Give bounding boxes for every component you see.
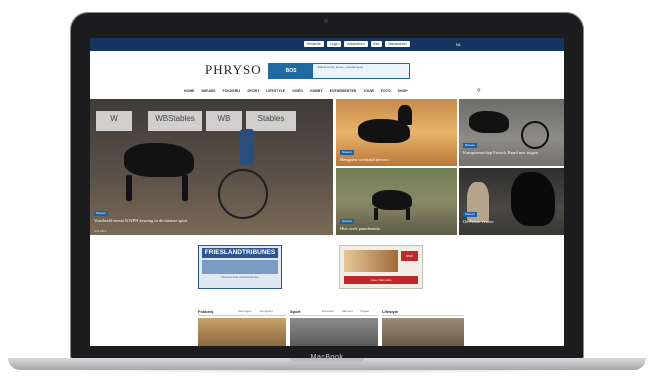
carriage-wheel-image bbox=[218, 169, 268, 219]
section-title[interactable]: Sport bbox=[290, 309, 300, 314]
arena-banner-image: WBStables bbox=[148, 111, 202, 131]
article-title[interactable]: De Friese veulen bbox=[463, 219, 561, 225]
article-tag: Nieuws bbox=[463, 143, 477, 148]
article-tag: Nieuws bbox=[463, 212, 477, 217]
ad-title: FRIESLANDTRIBUNES bbox=[202, 248, 278, 258]
nav-item-nieuws[interactable]: NIEUWS bbox=[202, 87, 216, 95]
article-tag: Nieuws bbox=[340, 219, 354, 224]
section-lifestyle: Lifestyle bbox=[382, 309, 464, 316]
ad-friesland-tribunes[interactable]: FRIESLANDTRIBUNES Hiervoor bos verhuurse… bbox=[198, 245, 282, 289]
horse-leg-image bbox=[374, 208, 378, 220]
nav-item-fokkerij[interactable]: FOKKERIJ bbox=[223, 87, 241, 95]
section-sub-link[interactable]: Tuigen bbox=[360, 309, 369, 313]
language-selector[interactable]: NL bbox=[456, 42, 461, 47]
section-thumbnail[interactable] bbox=[290, 318, 378, 346]
top-bar: Redactie Login Adverteren Info Nieuwsbri… bbox=[90, 38, 564, 51]
horse-leg-image bbox=[182, 175, 188, 201]
nav-item-sport[interactable]: SPORT bbox=[247, 87, 259, 95]
article-title[interactable]: Voorbeeld eerste KWPN keuring in de nieu… bbox=[94, 218, 314, 224]
article-title[interactable]: Kampioenschap Friesch Paard met tuigen bbox=[463, 150, 561, 156]
carriage-wheel-image bbox=[521, 121, 549, 149]
top-link-redactie[interactable]: Redactie bbox=[304, 41, 324, 47]
nav-item-lifestyle[interactable]: LIFESTYLE bbox=[266, 87, 285, 95]
nav-item-shop[interactable]: SHOP bbox=[398, 87, 408, 95]
nav-item-hobby[interactable]: HOBBY bbox=[310, 87, 323, 95]
section-thumbnail[interactable] bbox=[198, 318, 286, 346]
arena-banner-image: W bbox=[96, 111, 132, 131]
ad-banner-text: Stalinrichting, boxen, paardensport bbox=[317, 66, 364, 69]
ad-image bbox=[344, 250, 398, 272]
ad-logo: NMO bbox=[401, 251, 418, 261]
section-sub-link[interactable]: Dressuur bbox=[322, 309, 334, 313]
section-thumbnail[interactable] bbox=[382, 318, 464, 346]
section-sport: Sport Dressuur Mennen Tuigen bbox=[290, 309, 378, 316]
horse-leg-image bbox=[126, 175, 132, 201]
arena-banner-image: WB bbox=[206, 111, 242, 131]
arena-banner-image: Stables bbox=[246, 111, 296, 131]
ad-banner-brand: BOS bbox=[269, 64, 313, 78]
section-sub-link[interactable]: Keuringen bbox=[238, 309, 252, 313]
site-logo[interactable]: PHRYSO bbox=[205, 62, 262, 78]
section-title[interactable]: Fokkerij bbox=[198, 309, 213, 314]
horse-image bbox=[372, 190, 412, 210]
featured-article-4[interactable]: Nieuws Hier zoek paardeninfo bbox=[336, 168, 457, 235]
top-link-adverteren[interactable]: Adverteren bbox=[344, 41, 368, 47]
featured-article-main[interactable]: W WBStables WB Stables Nieuws Voorbeeld … bbox=[90, 99, 333, 235]
ad-image bbox=[202, 260, 278, 274]
featured-article-2[interactable]: Nieuws Hengsten wedstrijd nieuws bbox=[336, 99, 457, 166]
horse-head-image bbox=[398, 105, 412, 125]
section-fokkerij: Fokkerij Keuringen Hengsten bbox=[198, 309, 286, 316]
horse-head-image bbox=[511, 172, 555, 226]
nav-item-evenementen[interactable]: EVENEMENTEN bbox=[330, 87, 357, 95]
horse-image bbox=[469, 111, 509, 133]
nav-item-touw[interactable]: TOUW bbox=[363, 87, 374, 95]
top-link-login[interactable]: Login bbox=[326, 41, 342, 47]
article-title[interactable]: Hier zoek paardeninfo bbox=[340, 226, 452, 232]
ad-nmo[interactable]: NMO meer informatie bbox=[339, 245, 423, 289]
header-ad-banner[interactable]: BOS Stalinrichting, boxen, paardensport bbox=[268, 63, 410, 79]
top-link-info[interactable]: Info bbox=[370, 41, 383, 47]
nav-item-foto[interactable]: FOTO bbox=[381, 87, 391, 95]
laptop-notch bbox=[290, 358, 364, 362]
laptop-screen: Redactie Login Adverteren Info Nieuwsbri… bbox=[90, 38, 564, 346]
driver-figure-image bbox=[240, 129, 254, 165]
article-title[interactable]: Hengsten wedstrijd nieuws bbox=[340, 157, 452, 163]
camera-icon bbox=[324, 19, 328, 23]
featured-article-3[interactable]: Nieuws Kampioenschap Friesch Paard met t… bbox=[459, 99, 564, 166]
article-tag: Nieuws bbox=[340, 150, 354, 155]
section-sub-link[interactable]: Mennen bbox=[342, 309, 353, 313]
partner-logo[interactable] bbox=[420, 64, 458, 76]
main-nav: HOME NIEUWS FOKKERIJ SPORT LIFESTYLE VID… bbox=[90, 87, 564, 95]
article-tag: Nieuws bbox=[94, 211, 108, 216]
horse-leg-image bbox=[406, 208, 410, 220]
featured-article-5[interactable]: Nieuws De Friese veulen bbox=[459, 168, 564, 235]
top-link-nieuwsbrief[interactable]: Nieuwsbrief bbox=[385, 41, 410, 47]
horse-image bbox=[124, 143, 194, 177]
nav-item-home[interactable]: HOME bbox=[184, 87, 195, 95]
section-title[interactable]: Lifestyle bbox=[382, 309, 398, 314]
section-sub-link[interactable]: Hengsten bbox=[260, 309, 273, 313]
nav-item-video[interactable]: VIDEO bbox=[292, 87, 303, 95]
ad-button[interactable]: meer informatie bbox=[344, 276, 418, 284]
article-date: Juni 2019 bbox=[94, 229, 107, 233]
laptop-lid: Redactie Login Adverteren Info Nieuwsbri… bbox=[70, 12, 584, 361]
laptop-base bbox=[8, 358, 646, 370]
ad-subtitle: Hiervoor bos verhuurservice bbox=[221, 276, 259, 279]
top-links: Redactie Login Adverteren Info Nieuwsbri… bbox=[304, 41, 410, 47]
search-icon[interactable]: ⚲ bbox=[477, 87, 481, 95]
